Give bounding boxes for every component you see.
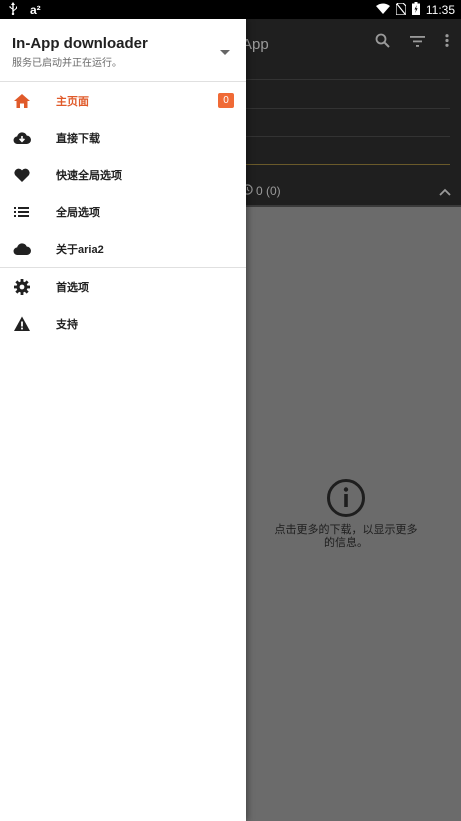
no-sim-icon	[395, 1, 407, 18]
menu-item-label: 关于aria2	[56, 244, 104, 256]
divider	[246, 136, 450, 137]
info-icon	[272, 478, 420, 518]
drawer-menu: 主页面 0 直接下载 快速全局选项 全局选项 关于aria2 首选项 支持	[0, 82, 246, 342]
menu-item-home[interactable]: 主页面 0	[0, 82, 246, 119]
app-indicator: a²	[30, 3, 41, 17]
download-counts: 0 (0)	[242, 184, 281, 198]
status-bar: a² 11:35	[0, 0, 461, 19]
menu-item-global-options[interactable]: 全局选项	[0, 193, 246, 230]
gear-icon	[13, 278, 31, 296]
dropdown-arrow-icon[interactable]	[220, 43, 230, 61]
chevron-up-icon[interactable]	[439, 183, 451, 201]
home-icon	[13, 92, 31, 110]
battery-icon	[411, 2, 420, 18]
menu-item-quick-global-options[interactable]: 快速全局选项	[0, 156, 246, 193]
menu-item-support[interactable]: 支持	[0, 305, 246, 342]
drawer-title: In-App downloader	[12, 35, 148, 52]
filter-icon[interactable]	[410, 34, 425, 52]
counts-label: 0 (0)	[256, 184, 281, 198]
empty-state-message: 点击更多的下载，以显示更多的信息。	[274, 524, 418, 549]
menu-item-label: 首选项	[56, 282, 89, 294]
cloud-download-icon	[13, 129, 32, 147]
divider	[246, 108, 450, 109]
menu-item-preferences[interactable]: 首选项	[0, 268, 246, 305]
menu-item-label: 全局选项	[56, 207, 100, 219]
more-vert-icon[interactable]	[445, 34, 449, 52]
navigation-drawer: In-App downloader 服务已启动并正在运行。 主页面 0 直接下载…	[0, 19, 246, 821]
drawer-header[interactable]: In-App downloader 服务已启动并正在运行。	[0, 19, 246, 82]
menu-item-label: 快速全局选项	[56, 170, 122, 182]
list-icon	[13, 203, 31, 221]
search-icon[interactable]	[375, 33, 390, 53]
menu-item-label: 主页面	[56, 96, 89, 108]
status-time: 11:35	[425, 3, 455, 17]
empty-state: 点击更多的下载，以显示更多的信息。	[272, 478, 420, 550]
usb-icon	[8, 2, 18, 18]
cloud-icon	[13, 240, 32, 258]
wifi-icon	[375, 3, 390, 17]
divider	[246, 164, 450, 165]
menu-item-about-aria2[interactable]: 关于aria2	[0, 230, 246, 267]
divider	[246, 205, 461, 207]
heart-icon	[13, 166, 31, 184]
drawer-subtitle: 服务已启动并正在运行。	[12, 58, 122, 69]
app-title: App	[242, 36, 269, 53]
count-badge: 0	[218, 93, 234, 108]
menu-item-direct-download[interactable]: 直接下载	[0, 119, 246, 156]
menu-item-label: 支持	[56, 319, 78, 331]
divider	[246, 79, 450, 80]
warning-icon	[13, 315, 31, 333]
menu-item-label: 直接下载	[56, 133, 100, 145]
